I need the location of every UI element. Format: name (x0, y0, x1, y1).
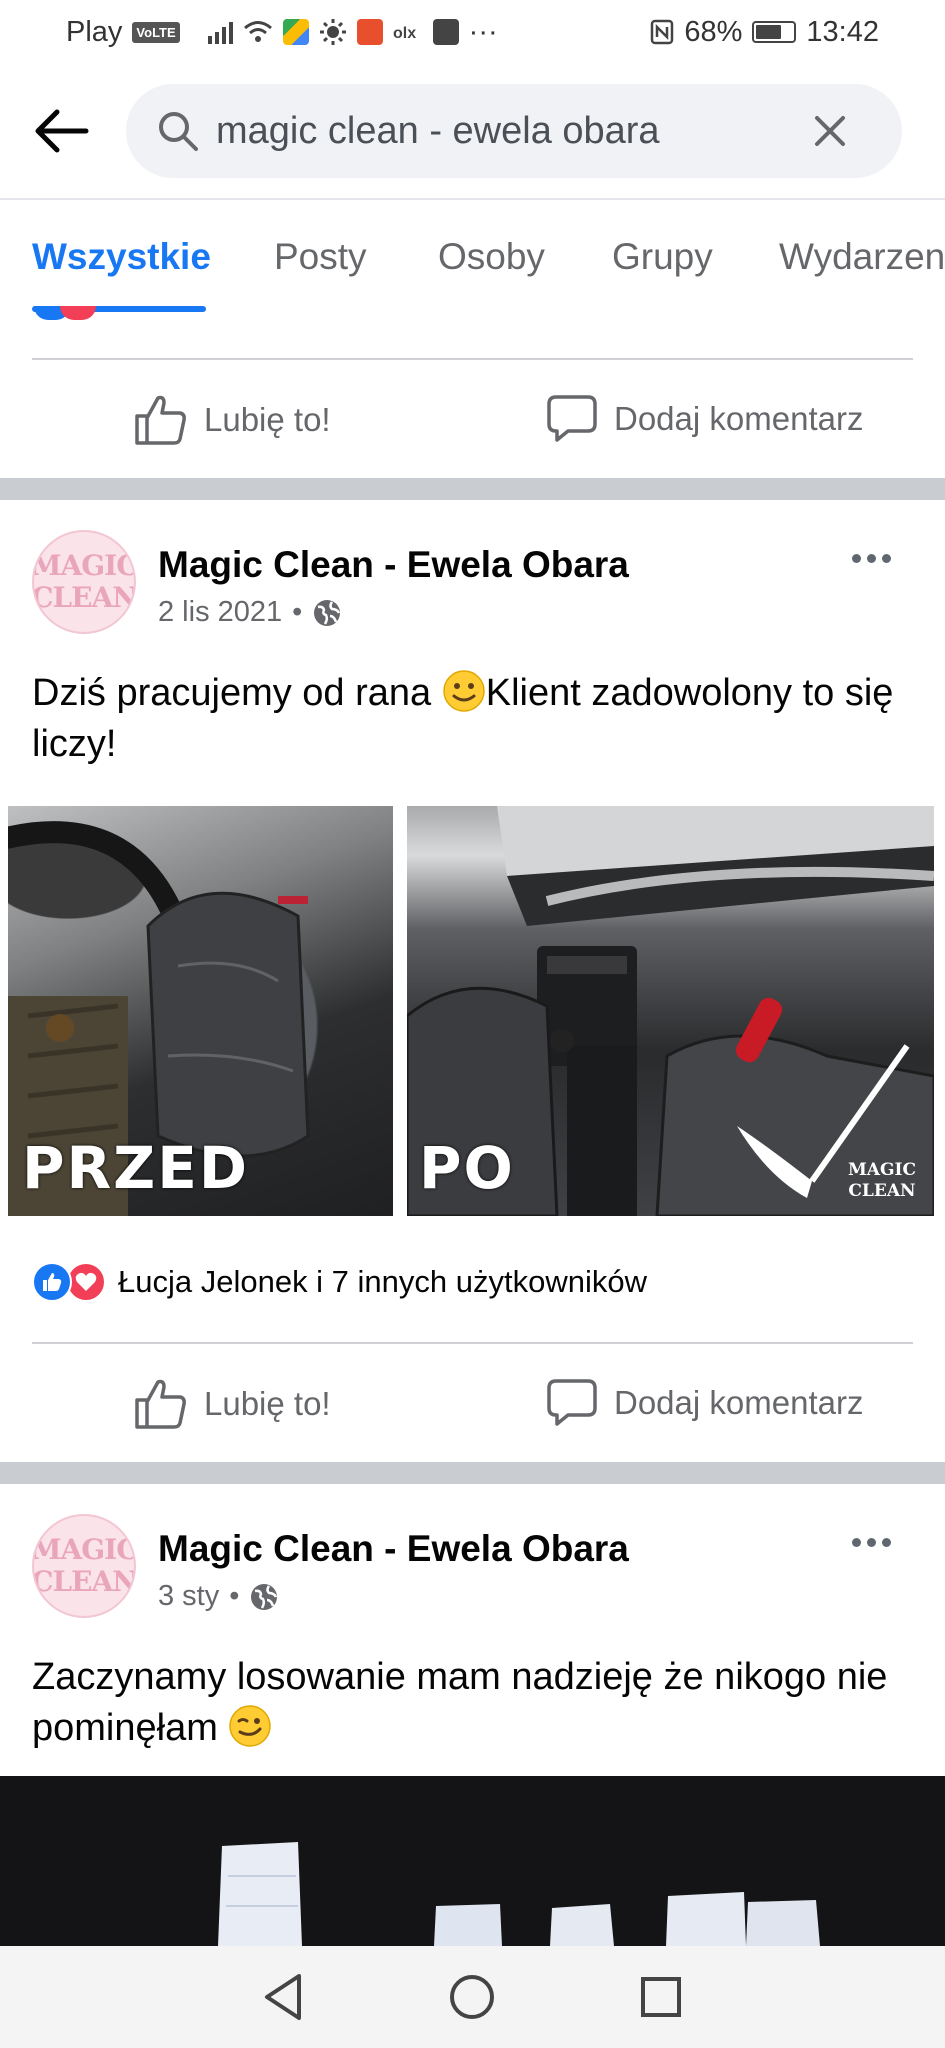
nfc-icon (651, 19, 674, 45)
post-actions: Lubię to! Dodaj komentarz (0, 1346, 945, 1462)
divider (32, 1342, 913, 1344)
status-left: Play VoLTE olx ··· (66, 16, 498, 49)
battery-percent: 68% (684, 15, 743, 48)
search-input[interactable]: magic clean - ewela obara (216, 110, 802, 153)
search-bar[interactable]: magic clean - ewela obara (126, 84, 902, 178)
mail-app-icon (356, 19, 383, 45)
raffle-papers-illustration (218, 1842, 820, 1946)
like-reaction-icon (32, 1262, 72, 1302)
carrier-name: Play (66, 15, 123, 48)
winking-face-icon (229, 1705, 272, 1747)
close-icon (815, 116, 845, 146)
after-photo[interactable]: PO MAGIC CLEAN (407, 806, 934, 1216)
previous-post-actions: Lubię to! Dodaj komentarz (0, 362, 945, 478)
tab-people[interactable]: Osoby (438, 236, 545, 278)
magic-clean-watermark: MAGIC CLEAN (847, 1160, 916, 1201)
avatar-logo-line2: CLEAN (32, 1565, 136, 1598)
after-label: PO (419, 1134, 515, 1202)
thumbs-up-icon (135, 395, 186, 445)
meta-separator-dot: • (292, 596, 303, 628)
clock: 13:42 (806, 15, 879, 48)
post-author[interactable]: Magic Clean - Ewela Obara (158, 544, 629, 586)
svg-text:olx: olx (393, 25, 416, 42)
post-text: Zaczynamy losowanie mam nadzieję że niko… (32, 1652, 912, 1754)
love-reaction-icon (66, 1262, 106, 1302)
chart-app-icon (432, 19, 459, 45)
back-button[interactable] (30, 100, 92, 162)
status-bar: Play VoLTE olx ··· 68% 13:42 (0, 0, 945, 64)
thumbs-up-icon (135, 1379, 186, 1429)
like-button[interactable]: Lubię to! (134, 1378, 331, 1430)
battery-icon (752, 21, 797, 43)
reactions-text: Łucja Jelonek i 7 innych użytkowników (118, 1264, 647, 1299)
avatar-logo-line2: CLEAN (32, 581, 136, 614)
post-date[interactable]: 3 sty (158, 1580, 219, 1613)
comment-icon (547, 395, 597, 442)
system-navigation-bar (0, 1946, 945, 2048)
post-date[interactable]: 2 lis 2021 (158, 596, 282, 629)
tab-events[interactable]: Wydarzen (779, 236, 945, 278)
search-icon (159, 112, 198, 151)
meta-separator-dot: • (229, 1580, 240, 1612)
globe-icon (314, 599, 341, 626)
previous-post-reactions-fragment (34, 306, 96, 320)
signal-icon (207, 20, 233, 44)
comment-icon (547, 1379, 597, 1426)
clear-search-button[interactable] (802, 103, 858, 159)
tab-all[interactable]: Wszystkie (32, 236, 211, 278)
nav-recents-button[interactable] (631, 1967, 691, 2027)
post-menu-button[interactable] (841, 1522, 901, 1562)
nav-back-button[interactable] (254, 1967, 314, 2027)
post-text: Dziś pracujemy od rana Klient zadowolony… (32, 668, 912, 770)
divider (32, 358, 913, 360)
before-photo[interactable]: PRZED (8, 806, 393, 1216)
like-label: Lubię to! (204, 401, 331, 438)
post-separator (0, 478, 945, 500)
avatar-logo-line1: MAGIC (32, 1533, 136, 1566)
like-button[interactable]: Lubię to! (134, 394, 331, 446)
like-label: Lubię to! (204, 1385, 331, 1422)
circle-home-icon (450, 1975, 495, 2019)
more-notifications-icon: ··· (468, 15, 498, 48)
post-author[interactable]: Magic Clean - Ewela Obara (158, 1528, 629, 1570)
volte-badge: VoLTE (132, 21, 180, 43)
post-text-part1: Dziś pracujemy od rana (32, 672, 442, 714)
comment-button[interactable]: Dodaj komentarz (546, 1378, 863, 1428)
arrow-left-icon (35, 109, 89, 153)
brightness-icon (319, 19, 346, 45)
olx-icon: olx (393, 25, 416, 42)
post-text-part1: Zaczynamy losowanie mam nadzieję że niko… (32, 1656, 888, 1749)
before-label: PRZED (22, 1134, 249, 1202)
comment-label: Dodaj komentarz (614, 400, 864, 437)
square-recents-icon (640, 1977, 681, 2017)
post-meta: 3 sty • (158, 1580, 279, 1613)
post-menu-button[interactable] (841, 538, 901, 578)
avatar-logo-line1: MAGIC (32, 549, 136, 582)
comment-button[interactable]: Dodaj komentarz (546, 394, 863, 444)
reactions-summary[interactable]: Łucja Jelonek i 7 innych użytkowników (32, 1262, 647, 1302)
status-right: 68% 13:42 (650, 16, 879, 49)
tab-posts[interactable]: Posty (274, 236, 367, 278)
slightly-smiling-face-icon (442, 670, 485, 712)
nav-home-button[interactable] (442, 1967, 502, 2027)
triangle-back-icon (265, 1974, 302, 2020)
avatar[interactable]: MAGIC CLEAN (32, 530, 136, 634)
maps-icon (282, 19, 309, 45)
comment-label: Dodaj komentarz (614, 1384, 864, 1421)
search-header: magic clean - ewela obara (0, 64, 945, 200)
search-tabs: Wszystkie Posty Osoby Grupy Wydarzen (0, 200, 945, 314)
post-photo[interactable] (0, 1776, 945, 1946)
globe-icon (251, 1583, 278, 1610)
post-meta: 2 lis 2021 • (158, 596, 342, 629)
wifi-icon (243, 21, 272, 42)
tab-groups[interactable]: Grupy (612, 236, 713, 278)
avatar[interactable]: MAGIC CLEAN (32, 1514, 136, 1618)
post-separator (0, 1462, 945, 1484)
